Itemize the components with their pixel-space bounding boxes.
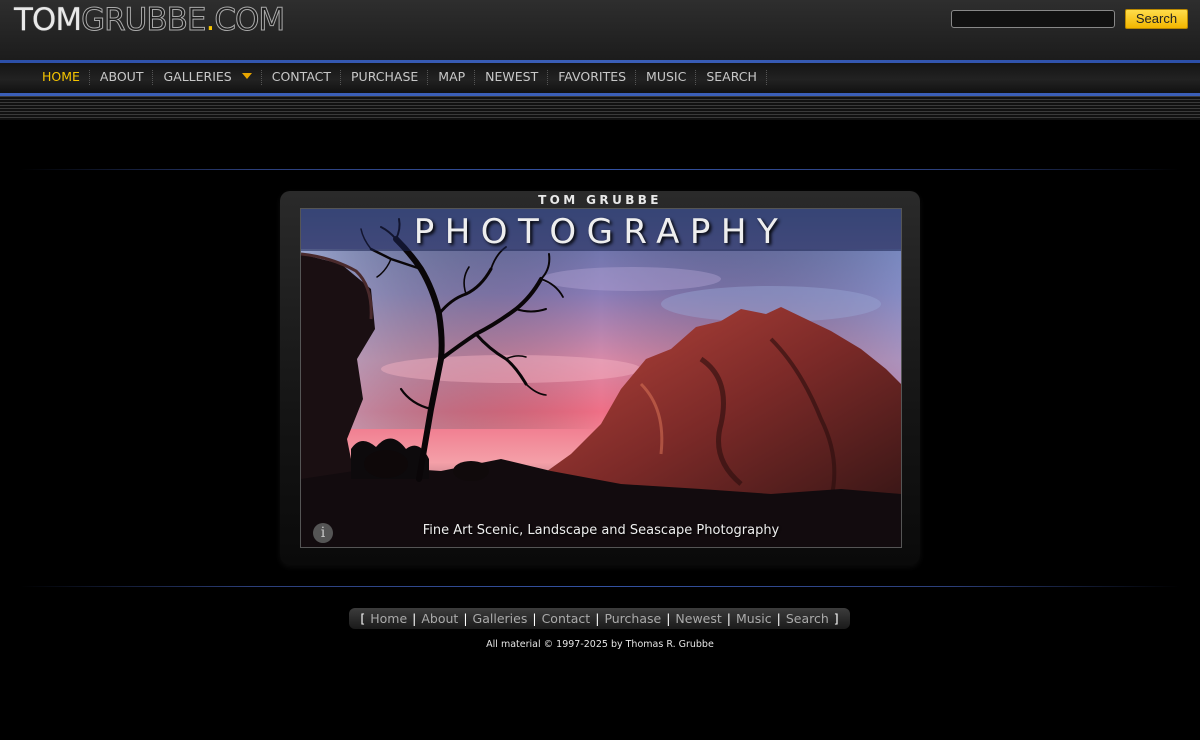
nav-item-newest[interactable]: NEWEST (475, 63, 549, 93)
logo-dot: . (205, 2, 215, 38)
footer-link-music[interactable]: Music (736, 611, 772, 626)
footer-separator: | (666, 611, 671, 626)
logo-part-tom: TOM (14, 2, 82, 38)
nav-item-map[interactable]: MAP (428, 63, 476, 93)
footer-separator: | (595, 611, 600, 626)
nav-item-home[interactable]: HOME (32, 63, 90, 93)
logo-part-com: COM (214, 2, 286, 39)
photo-caption: Fine Art Scenic, Landscape and Seascape … (422, 523, 780, 538)
nav-item-music[interactable]: MUSIC (636, 63, 697, 93)
footer-link-contact[interactable]: Contact (542, 611, 591, 626)
footer-link-purchase[interactable]: Purchase (604, 611, 661, 626)
divider-bottom (20, 586, 1180, 587)
footer-link-home[interactable]: Home (370, 611, 407, 626)
main-nav: HOME ABOUT GALLERIES CONTACT PURCHASE MA… (0, 63, 1200, 93)
feature-photo[interactable]: PHOTOGRAPHY i Fine Art Scenic, Landscape… (300, 208, 902, 548)
footer-close-bracket: ] (833, 611, 839, 626)
footer-nav: [ Home | About | Galleries | Contact | P… (349, 608, 850, 629)
search-input[interactable] (951, 10, 1115, 28)
footer-separator: | (532, 611, 537, 626)
nav-item-contact[interactable]: CONTACT (262, 63, 342, 93)
header-stripes (0, 96, 1200, 120)
photo-title: PHOTOGRAPHY (413, 212, 789, 252)
nav-item-about[interactable]: ABOUT (90, 63, 154, 93)
nav-item-purchase[interactable]: PURCHASE (341, 63, 429, 93)
footer-link-newest[interactable]: Newest (675, 611, 721, 626)
footer-separator: | (412, 611, 417, 626)
nav-item-galleries[interactable]: GALLERIES (153, 63, 263, 93)
site-logo[interactable]: TOMGRUBBE.COM (14, 2, 286, 39)
divider-top (20, 169, 1180, 170)
feature-kicker: TOM GRUBBE (538, 193, 662, 207)
footer-separator: | (463, 611, 468, 626)
sunset-landscape-image (301, 209, 901, 547)
logo-part-grubbe: GRUBBE (81, 2, 207, 39)
site-header: TOMGRUBBE.COM Search (0, 0, 1200, 60)
footer-separator: | (776, 611, 781, 626)
footer-link-search[interactable]: Search (786, 611, 829, 626)
nav-item-search[interactable]: SEARCH (696, 63, 767, 93)
copyright-text: All material © 1997-2025 by Thomas R. Gr… (486, 639, 714, 650)
footer-link-about[interactable]: About (421, 611, 458, 626)
nav-item-galleries-label: GALLERIES (163, 69, 232, 84)
dropdown-caret-icon (241, 73, 252, 79)
search-button[interactable]: Search (1125, 9, 1188, 29)
footer-link-galleries[interactable]: Galleries (473, 611, 528, 626)
footer-open-bracket: [ (360, 611, 366, 626)
nav-item-favorites[interactable]: FAVORITES (548, 63, 636, 93)
nav-list: HOME ABOUT GALLERIES CONTACT PURCHASE MA… (32, 63, 767, 93)
footer-separator: | (726, 611, 732, 626)
